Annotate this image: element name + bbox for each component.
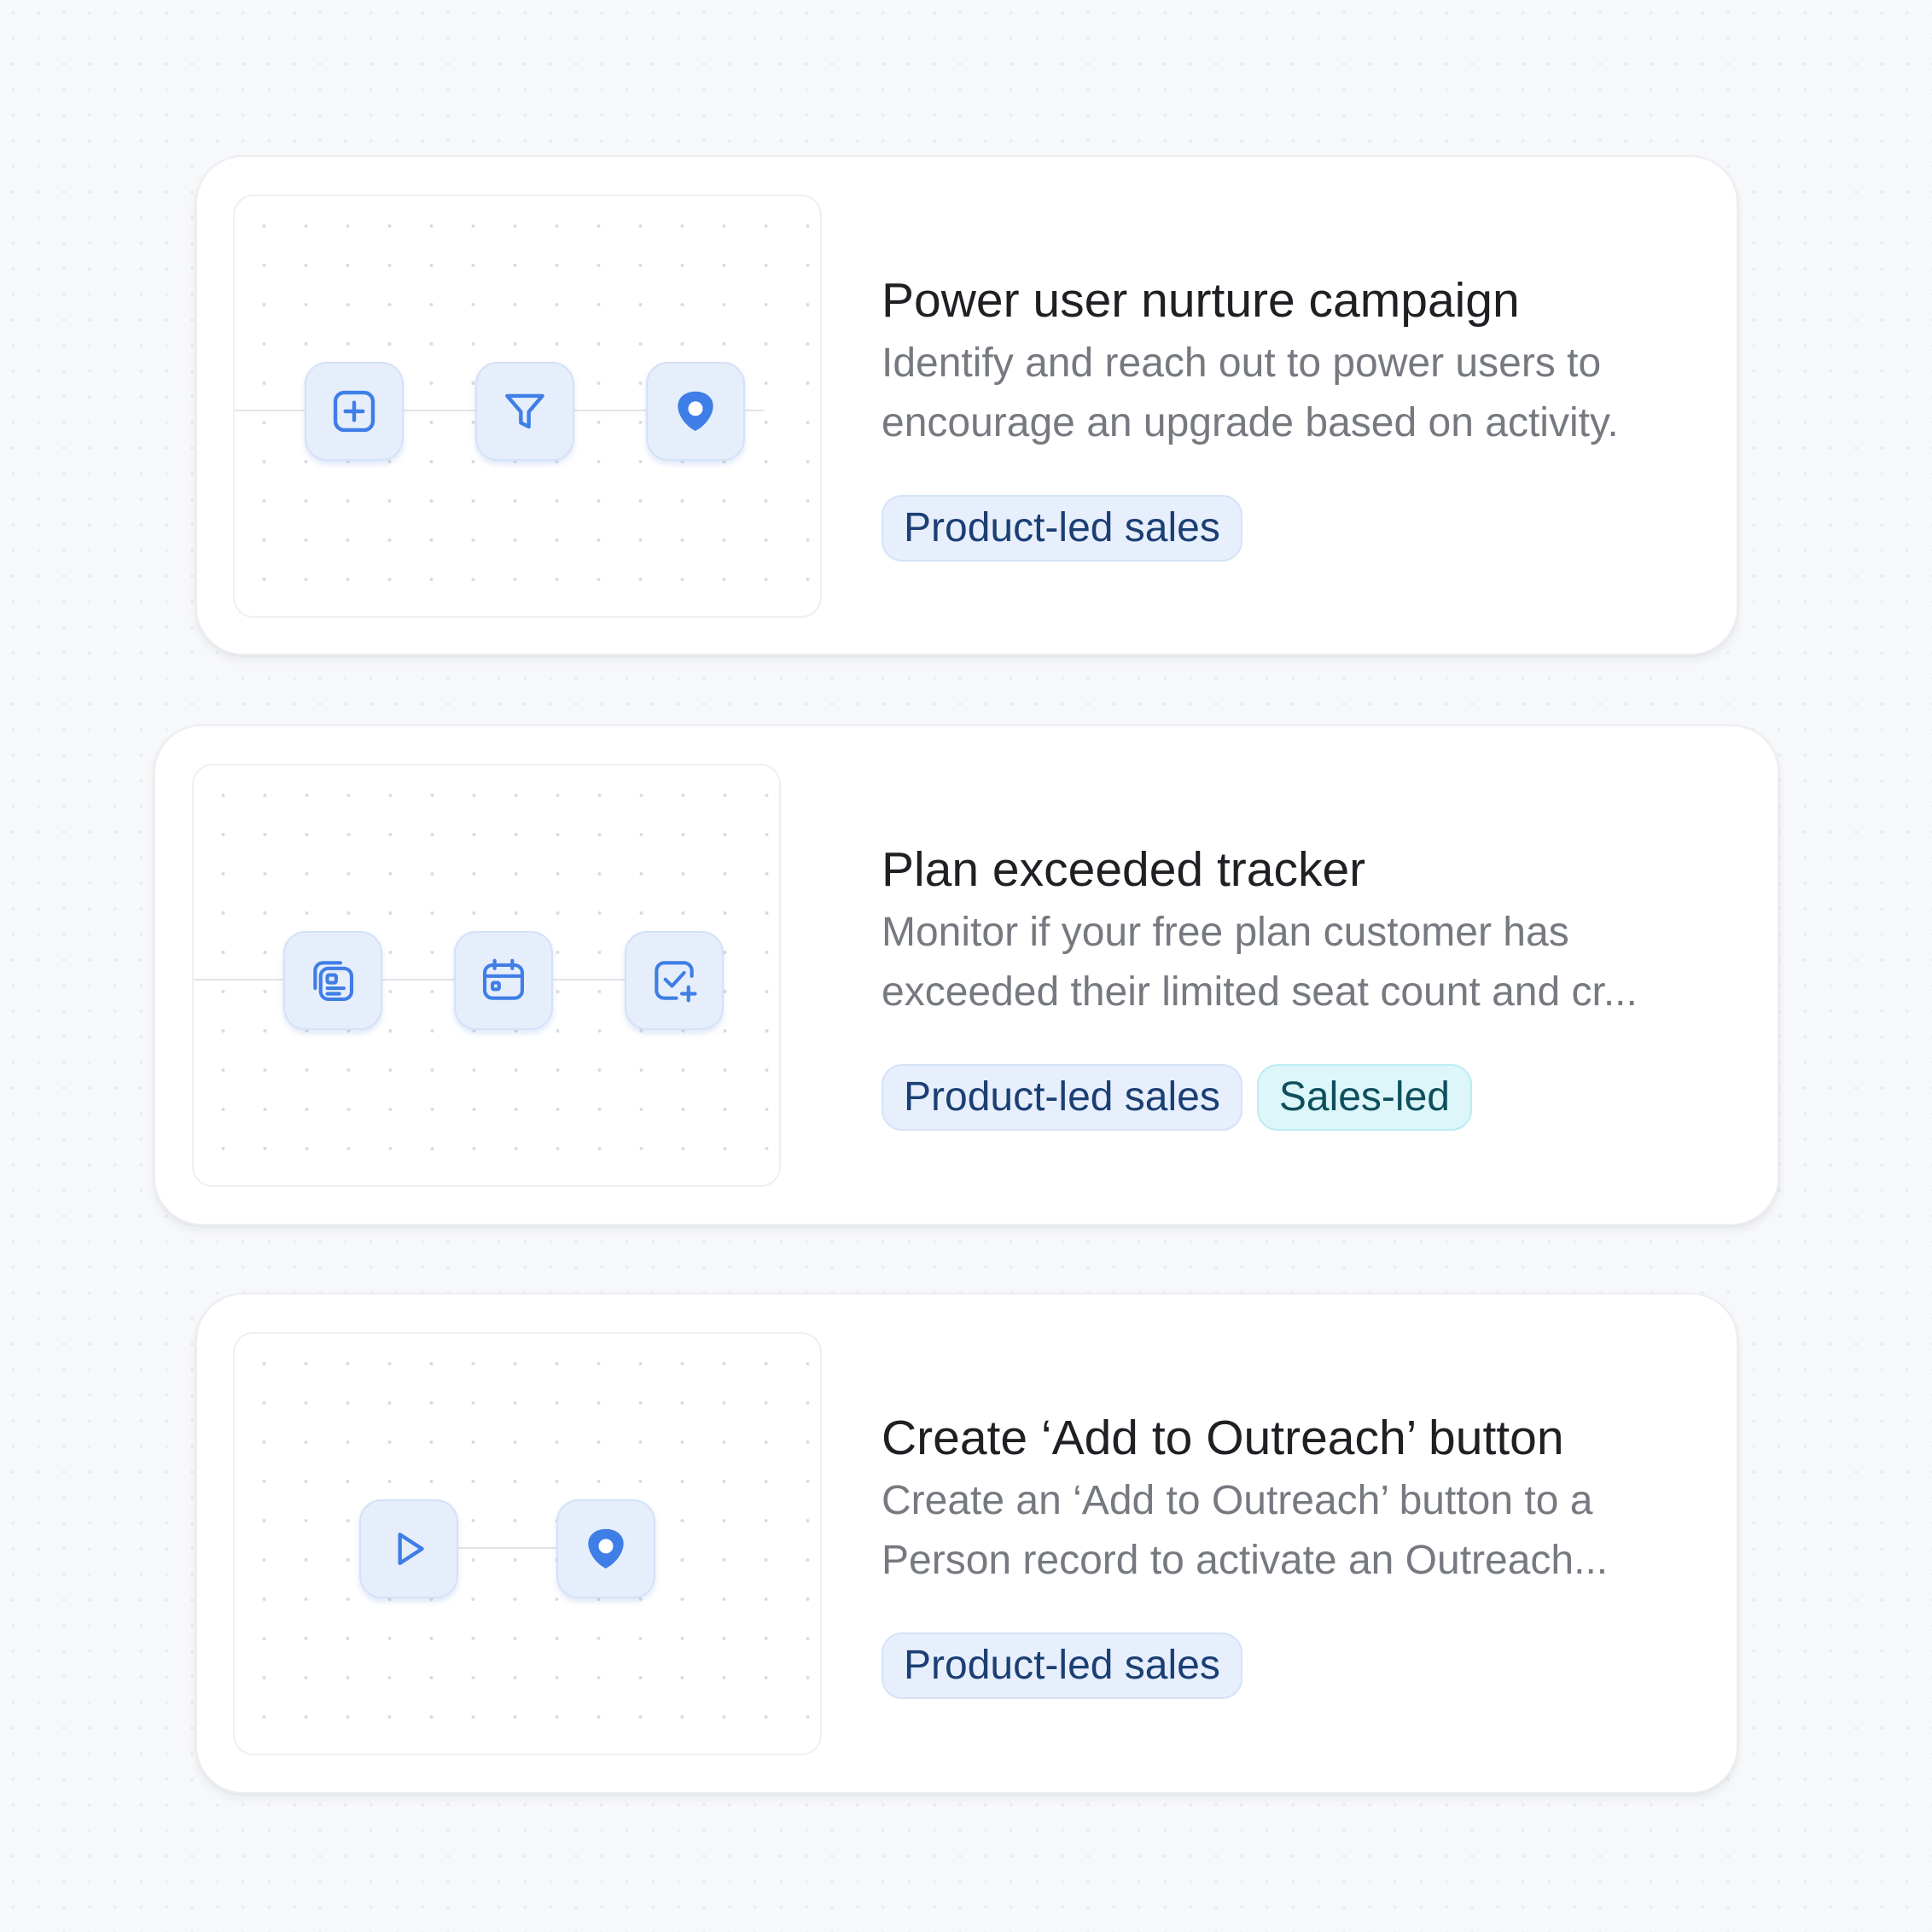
workflow-node-trigger xyxy=(305,362,404,461)
workflow-preview xyxy=(233,1332,822,1755)
template-card-add-to-outreach-button[interactable]: Create ‘Add to Outreach’ button Create a… xyxy=(195,1293,1738,1794)
workflow-preview xyxy=(233,195,822,618)
workflow-preview xyxy=(192,764,781,1187)
workflow-node-filter xyxy=(475,362,574,461)
workflow-node-outreach xyxy=(646,362,745,461)
card-content: Create ‘Add to Outreach’ button Create a… xyxy=(882,1407,1608,1699)
card-description-line: Create an ‘Add to Outreach’ button to a xyxy=(882,1478,1593,1523)
tag-product-led-sales[interactable]: Product-led sales xyxy=(882,495,1242,562)
card-content: Plan exceeded tracker Monitor if your fr… xyxy=(882,839,1638,1131)
outreach-logo-icon xyxy=(678,391,713,431)
tag-list: Product-led sales Sales-led xyxy=(882,1064,1638,1131)
tag-product-led-sales[interactable]: Product-led sales xyxy=(882,1064,1242,1131)
workflow-node-task xyxy=(625,931,724,1030)
card-description-line: exceeded their limited seat count and cr… xyxy=(882,969,1638,1015)
card-description-line: encourage an upgrade based on activity. xyxy=(882,400,1619,445)
workflow-node-outreach xyxy=(556,1499,655,1598)
card-title: Power user nurture campaign xyxy=(882,273,1520,328)
card-title: Create ‘Add to Outreach’ button xyxy=(882,1411,1564,1465)
calendar-icon xyxy=(482,958,525,1000)
tag-sales-led[interactable]: Sales-led xyxy=(1256,1064,1472,1131)
workflow-node-schedule xyxy=(454,931,553,1030)
card-title: Plan exceeded tracker xyxy=(882,842,1366,897)
filter-icon xyxy=(505,393,544,429)
card-description-line: Monitor if your free plan customer has xyxy=(882,910,1569,955)
tag-list: Product-led sales xyxy=(882,1632,1608,1699)
tag-list: Product-led sales xyxy=(882,495,1619,562)
workflow-node-trigger xyxy=(359,1499,458,1598)
template-card-power-user-nurture[interactable]: Power user nurture campaign Identify and… xyxy=(195,155,1738,655)
plus-square-icon xyxy=(333,390,375,433)
outreach-logo-icon xyxy=(588,1528,624,1568)
card-description-line: Identify and reach out to power users to xyxy=(882,340,1602,386)
card-description-line: Person record to activate an Outreach... xyxy=(882,1538,1609,1583)
play-icon xyxy=(398,1533,424,1565)
template-card-plan-exceeded-tracker[interactable]: Plan exceeded tracker Monitor if your fr… xyxy=(154,724,1779,1225)
workflow-node-records xyxy=(283,931,382,1030)
tag-product-led-sales[interactable]: Product-led sales xyxy=(882,1632,1242,1699)
card-content: Power user nurture campaign Identify and… xyxy=(882,270,1619,562)
task-add-icon xyxy=(655,961,697,1003)
records-stack-icon xyxy=(313,961,354,1002)
